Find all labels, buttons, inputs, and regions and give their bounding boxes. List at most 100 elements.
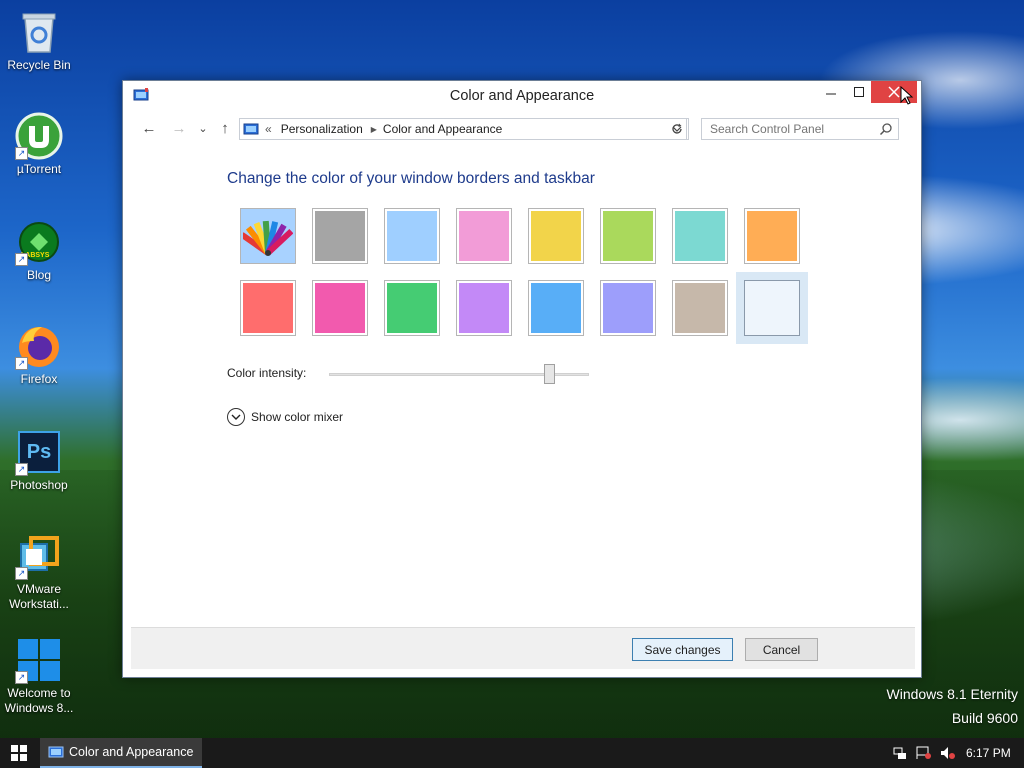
swatch-a5a5a5[interactable] — [312, 208, 368, 264]
forward-button[interactable]: → — [169, 118, 189, 138]
swatch-ff6d6d[interactable] — [240, 280, 296, 336]
shortcut-arrow-icon: ↗ — [15, 147, 28, 160]
swatch-fill — [459, 283, 509, 333]
windows-logo-icon: ↗ — [15, 636, 63, 684]
desktop-icon-label: Firefox — [20, 372, 58, 386]
breadcrumb-separator-icon[interactable]: ▶ — [371, 125, 377, 134]
swatch-9fcfff[interactable] — [384, 208, 440, 264]
network-tray-icon[interactable] — [892, 745, 908, 761]
cancel-button[interactable]: Cancel — [745, 638, 818, 661]
color-intensity-slider-thumb[interactable] — [544, 364, 555, 384]
show-color-mixer-toggle[interactable]: Show color mixer — [227, 408, 343, 426]
swatch-fill — [744, 280, 800, 336]
volume-tray-icon[interactable] — [940, 745, 956, 761]
navigation-bar: ← → ⌄ ↑ « Personalization ▶ Color and Ap… — [123, 115, 921, 141]
volume-muted-icon — [941, 747, 955, 759]
up-arrow-icon: ↑ — [221, 119, 229, 137]
swatch-fill — [675, 283, 725, 333]
desktop-icon-blog[interactable]: LABSYS ↗ Blog — [2, 218, 76, 283]
window-titlebar[interactable]: Color and Appearance — [123, 81, 921, 111]
recent-locations-button[interactable]: ⌄ — [193, 118, 213, 138]
address-bar[interactable]: « Personalization ▶ Color and Appearance — [239, 118, 687, 140]
swatch-c6b8aa[interactable] — [672, 280, 728, 336]
swatch-f25aae[interactable] — [312, 280, 368, 336]
taskbar-item-color-appearance[interactable]: Color and Appearance — [40, 738, 202, 768]
minimize-button[interactable] — [816, 81, 846, 103]
desktop-icon-label: µTorrent — [16, 162, 62, 176]
swatch-f29cd7[interactable] — [456, 208, 512, 264]
desktop-icon-label: Blog — [26, 268, 52, 282]
back-button[interactable]: ← — [139, 118, 159, 138]
search-input[interactable] — [701, 118, 899, 140]
swatch-eef5fc[interactable] — [736, 272, 808, 344]
swatch-45cc73[interactable] — [384, 280, 440, 336]
desktop-icon-label: Recycle Bin — [7, 58, 71, 72]
up-button[interactable]: ↑ — [215, 118, 235, 138]
firefox-icon: ↗ — [15, 322, 63, 370]
desktop-icon-label: Photoshop — [10, 478, 68, 492]
swatch-aad95c[interactable] — [600, 208, 656, 264]
maximize-icon — [854, 87, 864, 97]
desktop-icon-utorrent[interactable]: ↗ µTorrent — [2, 112, 76, 177]
breadcrumb-personalization[interactable]: Personalization — [281, 122, 363, 136]
color-intensity-label: Color intensity: — [227, 366, 307, 380]
search-icon[interactable] — [879, 122, 893, 136]
windows-logo-icon — [11, 745, 27, 761]
desktop-icon-recycle-bin[interactable]: Recycle Bin — [2, 8, 76, 73]
dialog-footer: Save changes Cancel — [131, 627, 915, 669]
taskbar-clock[interactable]: 6:17 PM — [966, 746, 1011, 760]
page-heading: Change the color of your window borders … — [227, 170, 595, 187]
flag-icon — [916, 746, 931, 759]
swatch-fill — [747, 211, 797, 261]
swatch-ffad55[interactable] — [744, 208, 800, 264]
swatch-f2d44a[interactable] — [528, 208, 584, 264]
control-panel-icon — [243, 123, 259, 135]
shortcut-arrow-icon: ↗ — [15, 253, 28, 266]
color-palette-icon — [243, 211, 293, 261]
desktop-icon-vmware[interactable]: ↗ VMware Workstati... — [2, 532, 76, 612]
maximize-button[interactable] — [844, 81, 874, 103]
build-watermark-line1: Windows 8.1 Eternity — [886, 686, 1019, 702]
swatch-fill — [243, 283, 293, 333]
shortcut-arrow-icon: ↗ — [15, 671, 28, 684]
swatch-automatic[interactable] — [240, 208, 296, 264]
refresh-button[interactable] — [665, 118, 689, 140]
desktop-icon-welcome[interactable]: ↗ Welcome to Windows 8... — [2, 636, 76, 716]
desktop-icon-photoshop[interactable]: Ps ↗ Photoshop — [2, 428, 76, 493]
close-icon — [888, 86, 900, 98]
show-color-mixer-label: Show color mixer — [251, 410, 344, 424]
start-button[interactable] — [0, 738, 38, 768]
swatch-fill — [387, 283, 437, 333]
action-center-tray-icon[interactable] — [916, 745, 932, 761]
desktop-icon-label: Welcome to Windows 8... — [4, 686, 74, 715]
minimize-icon — [826, 93, 836, 95]
taskbar-item-label: Color and Appearance — [69, 745, 194, 759]
shortcut-arrow-icon: ↗ — [15, 357, 28, 370]
breadcrumb-overflow[interactable]: « — [265, 122, 272, 136]
swatch-fill — [459, 211, 509, 261]
chevron-down-icon: ⌄ — [198, 122, 208, 135]
color-appearance-window: Color and Appearance ← → ⌄ ↑ « Personali… — [122, 80, 922, 678]
swatch-58aef7[interactable] — [528, 280, 584, 336]
swatch-7cd9d2[interactable] — [672, 208, 728, 264]
forward-arrow-icon: → — [171, 119, 187, 137]
swatch-fill — [315, 211, 365, 261]
swatch-fill — [531, 283, 581, 333]
build-watermark-line2: Build 9600 — [951, 710, 1018, 726]
swatch-9d9efb[interactable] — [600, 280, 656, 336]
blog-icon: LABSYS ↗ — [15, 218, 63, 266]
recycle-bin-icon — [15, 8, 63, 56]
network-icon — [893, 747, 906, 759]
swatch-fill — [603, 211, 653, 261]
save-changes-button[interactable]: Save changes — [632, 638, 733, 661]
taskbar: Color and Appearance 6:17 PM — [0, 738, 1024, 768]
control-panel-icon — [48, 746, 64, 758]
swatch-c389f7[interactable] — [456, 280, 512, 336]
utorrent-icon: ↗ — [15, 112, 63, 160]
desktop-icon-firefox[interactable]: ↗ Firefox — [2, 322, 76, 387]
desktop-icon-label: VMware Workstati... — [9, 582, 69, 611]
shortcut-arrow-icon: ↗ — [15, 567, 28, 580]
breadcrumb-color-appearance[interactable]: Color and Appearance — [383, 122, 502, 136]
swatch-fill — [315, 283, 365, 333]
swatch-fill — [675, 211, 725, 261]
